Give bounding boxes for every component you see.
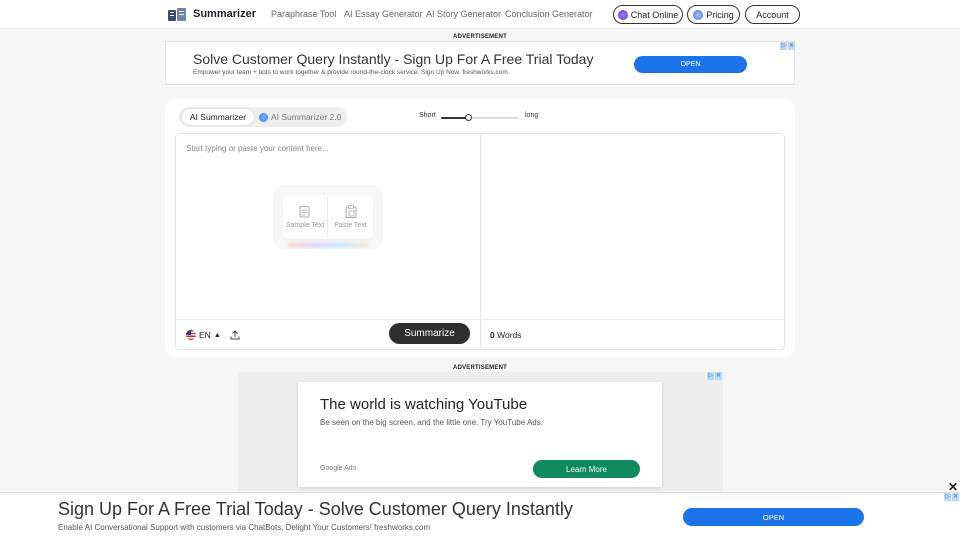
- middle-ad-subtext: Be seen on the big screen, and the littl…: [320, 418, 543, 427]
- ad-choices-icon-3[interactable]: ▷ ✕: [944, 493, 960, 501]
- advertisement-label: ADVERTISEMENT: [453, 34, 507, 40]
- sample-text-label: Sample Text: [285, 222, 325, 229]
- header: Summarizer Paraphrase Tool AI Essay Gene…: [0, 0, 960, 29]
- panel-divider: [480, 134, 481, 349]
- middle-ad-headline[interactable]: The world is watching YouTube: [320, 396, 527, 413]
- google-ads-label: Google Ads: [320, 465, 357, 472]
- tab-ai-summarizer[interactable]: AI Summarizer: [182, 109, 254, 125]
- bottom-ad-open-button[interactable]: OPEN: [683, 508, 864, 526]
- advertisement-label-2: ADVERTISEMENT: [453, 365, 507, 371]
- nav-conclusion-generator[interactable]: Conclusion Generator: [505, 9, 593, 19]
- bottom-sticky-ad[interactable]: Sign Up For A Free Trial Today - Solve C…: [0, 492, 960, 540]
- account-button[interactable]: Account: [745, 5, 800, 24]
- ad-choices-icon[interactable]: ▷ ✕: [780, 42, 796, 50]
- chat-online-button[interactable]: Chat Online: [613, 5, 683, 24]
- pricing-button[interactable]: Pricing: [687, 5, 740, 24]
- quick-actions: Sample Text Paste Text: [273, 185, 383, 249]
- pricing-label: Pricing: [706, 9, 734, 20]
- ad-choices-icon-2[interactable]: ▷ ✕: [707, 372, 723, 380]
- slider-max-label: long: [525, 112, 539, 119]
- top-ad-subtext: Empower your team + bots to work togethe…: [193, 69, 508, 76]
- us-flag-icon: [186, 330, 196, 340]
- ai-orb-icon: [259, 112, 268, 122]
- quick-actions-box: Sample Text Paste Text: [283, 195, 373, 239]
- account-label: Account: [756, 9, 789, 20]
- top-ad[interactable]: Solve Customer Query Instantly - Sign Up…: [165, 41, 795, 85]
- logo-icon[interactable]: [167, 6, 187, 22]
- sample-text-button[interactable]: Sample Text: [283, 195, 328, 239]
- chat-icon: [617, 9, 628, 20]
- top-ad-open-button[interactable]: OPEN: [634, 56, 747, 73]
- brand-name[interactable]: Summarizer: [193, 8, 256, 20]
- decorative-glow: [287, 243, 369, 247]
- nav-ai-essay-generator[interactable]: AI Essay Generator: [344, 9, 423, 19]
- footer-divider: [176, 319, 784, 320]
- summary-length-slider[interactable]: [441, 114, 519, 121]
- language-selector[interactable]: EN ▲: [186, 330, 221, 340]
- nav-ai-story-generator[interactable]: AI Story Generator: [426, 9, 501, 19]
- tab-ai-summarizer-2[interactable]: AI Summarizer 2.0: [259, 109, 341, 125]
- summarizer-card: AI Summarizer AI Summarizer 2.0 Short lo…: [165, 99, 795, 357]
- paste-text-label: Paste Text: [334, 222, 367, 229]
- editor-panel: Start typing or paste your content here.…: [175, 133, 785, 350]
- bottom-ad-headline[interactable]: Sign Up For A Free Trial Today - Solve C…: [58, 499, 573, 520]
- word-count-label: Words: [497, 330, 522, 340]
- slider-min-label: Short: [419, 112, 436, 119]
- caret-up-icon: ▲: [213, 331, 221, 339]
- upload-icon[interactable]: [228, 328, 241, 341]
- mode-tabs: AI Summarizer AI Summarizer 2.0: [179, 107, 347, 127]
- nav-paraphrase-tool[interactable]: Paraphrase Tool: [271, 9, 336, 19]
- word-count-value: 0: [490, 330, 495, 340]
- middle-ad[interactable]: The world is watching YouTube Be seen on…: [298, 382, 662, 487]
- bottom-ad-subtext: Enable AI Conversational Support with cu…: [58, 523, 431, 532]
- learn-more-button[interactable]: Learn More: [533, 460, 640, 478]
- document-icon: [299, 206, 310, 218]
- summarize-button[interactable]: Summarize: [389, 323, 470, 344]
- clipboard-icon: [345, 205, 356, 218]
- language-label: EN: [199, 330, 211, 340]
- top-ad-headline[interactable]: Solve Customer Query Instantly - Sign Up…: [193, 51, 593, 67]
- word-counter: 0 Words: [490, 330, 522, 340]
- tab-ai-summarizer-2-label: AI Summarizer 2.0: [271, 112, 342, 122]
- slider-handle[interactable]: [464, 114, 472, 121]
- input-textarea[interactable]: Start typing or paste your content here.…: [186, 144, 329, 153]
- chat-online-label: Chat Online: [630, 9, 679, 20]
- paste-text-button[interactable]: Paste Text: [328, 195, 373, 239]
- pricing-icon: [693, 9, 704, 20]
